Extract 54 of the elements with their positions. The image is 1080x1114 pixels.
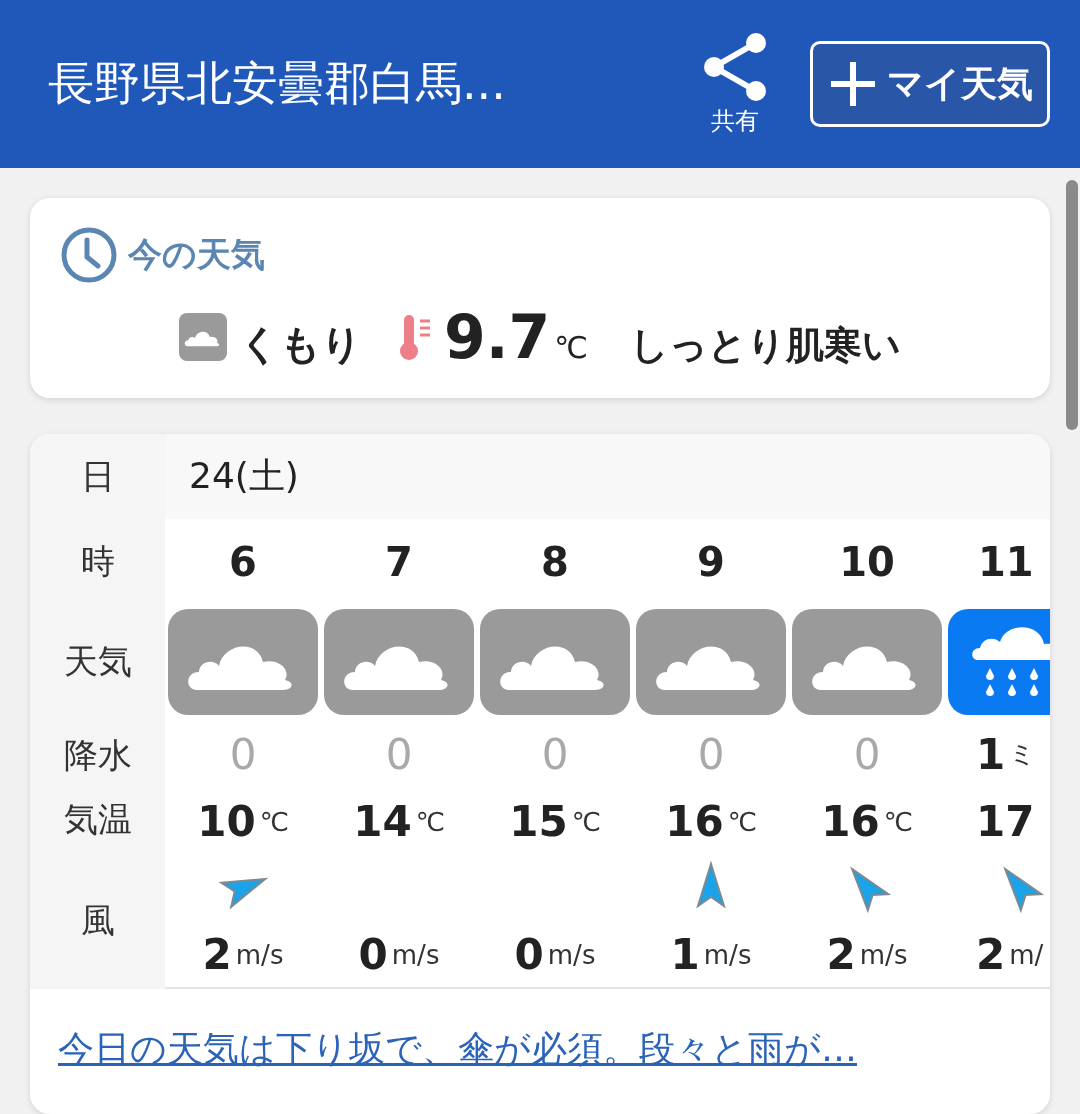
temperature-value: 15 bbox=[509, 797, 568, 846]
my-weather-button[interactable]: マイ天気 bbox=[810, 41, 1050, 127]
wind-speed-value: 1 bbox=[670, 930, 700, 979]
condition-text: くもり bbox=[239, 320, 362, 369]
row-label: 時 bbox=[79, 539, 116, 583]
summary-link[interactable]: 今日の天気は下り坂で、傘が必須。段々と雨が… bbox=[58, 1028, 857, 1069]
wind-speed-unit: m/ bbox=[1009, 939, 1044, 970]
temperature-value: 10 bbox=[197, 797, 256, 846]
temperature-unit: ℃ bbox=[883, 806, 913, 837]
wind-speed-unit: m/s bbox=[547, 939, 596, 970]
wind-speed-value: 0 bbox=[358, 930, 388, 979]
wind-speed-value: 0 bbox=[514, 930, 544, 979]
wind-speed-value: 2 bbox=[976, 930, 1006, 979]
temperature-unit: ℃ bbox=[415, 806, 445, 837]
row-label: 天気 bbox=[62, 639, 133, 683]
precipitation-unit: ミ bbox=[1009, 737, 1037, 771]
temperature-value: 16 bbox=[821, 797, 880, 846]
temperature-unit: ℃ bbox=[259, 806, 289, 837]
scrollbar-thumb[interactable] bbox=[1066, 180, 1078, 430]
hour-label: 9 bbox=[697, 538, 725, 585]
wind-speed-unit: m/s bbox=[703, 939, 752, 970]
hour-label: 8 bbox=[541, 538, 569, 585]
wind-speed-unit: m/s bbox=[391, 939, 440, 970]
temperature-unit: ℃ bbox=[554, 330, 588, 365]
precipitation-value: 0 bbox=[385, 729, 413, 779]
feeling-text: しっとり肌寒い bbox=[630, 322, 901, 369]
precipitation-value: 0 bbox=[541, 729, 569, 779]
precipitation-value: 0 bbox=[697, 729, 725, 779]
wind-speed-unit: m/s bbox=[859, 939, 908, 970]
wind-speed-unit: m/s bbox=[235, 939, 284, 970]
wind-speed-value: 2 bbox=[202, 930, 232, 979]
temperature-value: 16 bbox=[665, 797, 724, 846]
hour-label: 10 bbox=[839, 538, 895, 585]
temperature-unit: ℃ bbox=[727, 806, 757, 837]
date-text: 24(土) bbox=[189, 454, 299, 498]
precipitation-value: 0 bbox=[229, 729, 257, 779]
wind-speed-value: 2 bbox=[826, 930, 856, 979]
precipitation-value: 0 bbox=[853, 729, 881, 779]
temperature-unit: ℃ bbox=[571, 806, 601, 837]
clock-icon bbox=[60, 226, 118, 284]
precipitation-value: 1 bbox=[976, 729, 1006, 779]
hour-label: 6 bbox=[229, 538, 257, 585]
row-label: 風 bbox=[79, 898, 116, 942]
hour-label: 11 bbox=[978, 538, 1034, 585]
share-label[interactable]: 共有 bbox=[711, 105, 759, 137]
location-title: 長野県北安曇郡白馬... bbox=[48, 55, 507, 112]
temperature-value: 14 bbox=[353, 797, 412, 846]
temperature-value: 17 bbox=[976, 797, 1035, 846]
temperature-value: 9.7 bbox=[444, 302, 551, 372]
row-label: 降水 bbox=[63, 733, 132, 777]
row-label: 日 bbox=[79, 454, 116, 498]
hour-label: 7 bbox=[385, 538, 413, 585]
row-label: 気温 bbox=[63, 797, 132, 841]
section-title: 今の天気 bbox=[128, 233, 265, 276]
